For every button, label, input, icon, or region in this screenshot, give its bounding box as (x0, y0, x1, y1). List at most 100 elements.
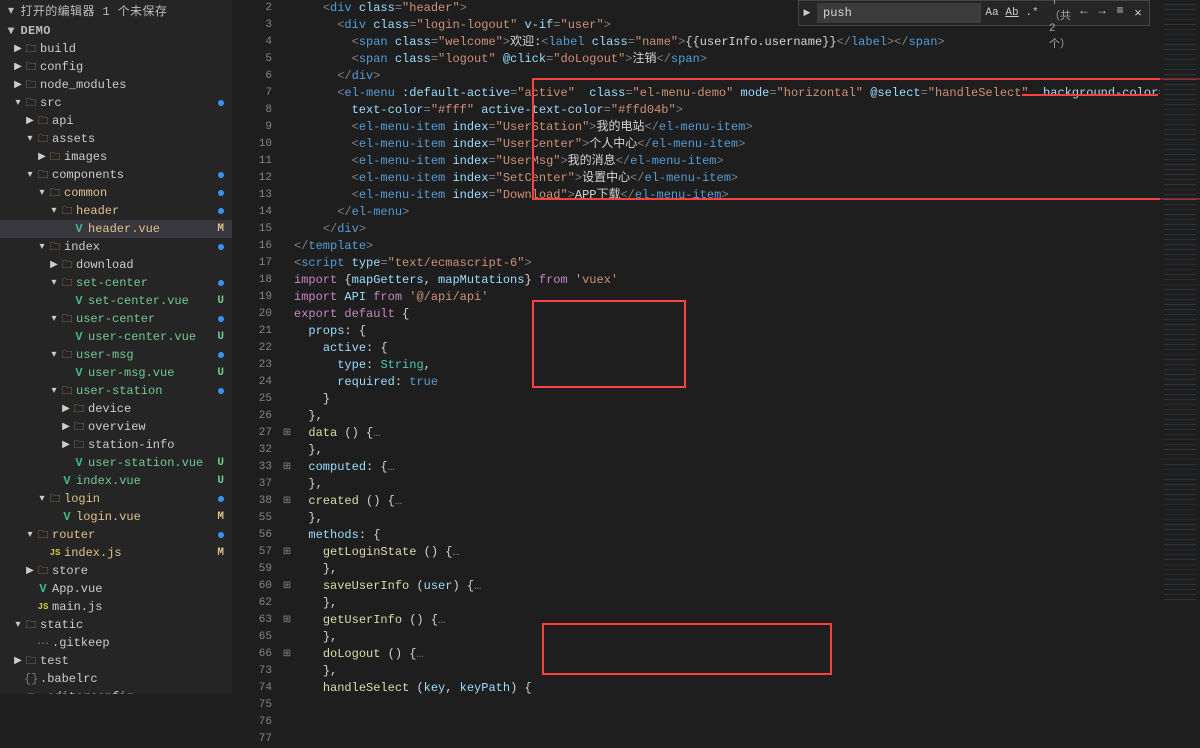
code-line[interactable]: doLogout () {… (294, 646, 424, 663)
chevron-icon[interactable]: ▾ (12, 619, 24, 631)
chevron-icon[interactable]: ▾ (48, 313, 60, 325)
fold-toggle-icon[interactable]: ⊞ (280, 425, 294, 442)
chevron-icon[interactable]: ▶ (36, 151, 48, 163)
find-toggle-replace-icon[interactable]: ▶ (799, 8, 815, 18)
chevron-icon[interactable]: ▾ (24, 169, 36, 181)
code-line[interactable]: handleSelect (key, keyPath) { (294, 680, 532, 694)
match-word-icon[interactable]: Ab (1003, 4, 1021, 22)
code-line[interactable]: <div class="login-logout" v-if="user"> (294, 17, 611, 34)
tree-item--babelrc[interactable]: {}.babelrc (0, 670, 232, 688)
chevron-icon[interactable]: ▶ (24, 565, 36, 577)
code-line[interactable]: getLoginState () {… (294, 544, 460, 561)
code-line[interactable]: <el-menu-item index="UserStation">我的电站</… (294, 119, 753, 136)
tree-item-index-js[interactable]: JSindex.jsM (0, 544, 232, 562)
tree-item-set-center-vue[interactable]: Vset-center.vueU (0, 292, 232, 310)
tree-item-overview[interactable]: ▶🗀overview (0, 418, 232, 436)
code-line[interactable]: }, (294, 476, 323, 493)
tree-item-user-msg-vue[interactable]: Vuser-msg.vueU (0, 364, 232, 382)
code-editor[interactable]: ▶ Aa Ab .* 第 1 个（共 2 个） ← → ≡ × 23456789… (232, 0, 1200, 694)
code-line[interactable]: type: String, (294, 357, 431, 374)
code-line[interactable]: }, (294, 561, 337, 578)
tree-item-static[interactable]: ▾🗀static (0, 616, 232, 634)
code-line[interactable]: <div class="header"> (294, 0, 467, 17)
find-next-icon[interactable]: → (1093, 4, 1111, 22)
code-line[interactable]: }, (294, 408, 323, 425)
tree-item-device[interactable]: ▶🗀device (0, 400, 232, 418)
chevron-icon[interactable]: ▶ (24, 115, 36, 127)
find-close-icon[interactable]: × (1129, 6, 1147, 21)
code-line[interactable]: </div> (294, 68, 380, 85)
tree-item--editorconfig[interactable]: ≡.editorconfig (0, 688, 232, 694)
use-regex-icon[interactable]: .* (1023, 4, 1041, 22)
tree-item-build[interactable]: ▶🗀build (0, 40, 232, 58)
chevron-icon[interactable]: ▶ (60, 439, 72, 451)
code-line[interactable]: props: { (294, 323, 366, 340)
tree-item-store[interactable]: ▶🗀store (0, 562, 232, 580)
chevron-icon[interactable]: ▾ (12, 97, 24, 109)
tree-item-station-info[interactable]: ▶🗀station-info (0, 436, 232, 454)
code-line[interactable]: }, (294, 595, 337, 612)
tree-item-header-vue[interactable]: Vheader.vueM (0, 220, 232, 238)
code-line[interactable]: created () {… (294, 493, 402, 510)
chevron-icon[interactable]: ▾ (24, 133, 36, 145)
code-line[interactable]: export default { (294, 306, 409, 323)
tree-item-common[interactable]: ▾🗀common (0, 184, 232, 202)
tree-item-assets[interactable]: ▾🗀assets (0, 130, 232, 148)
fold-toggle-icon[interactable]: ⊞ (280, 578, 294, 595)
tree-item-set-center[interactable]: ▾🗀set-center (0, 274, 232, 292)
code-line[interactable]: data () {… (294, 425, 380, 442)
code-line[interactable]: <span class="logout" @click="doLogout">注… (294, 51, 707, 68)
code-line[interactable]: </div> (294, 221, 366, 238)
match-case-icon[interactable]: Aa (983, 4, 1001, 22)
tree-item-router[interactable]: ▾🗀router (0, 526, 232, 544)
code-line[interactable]: text-color="#fff" active-text-color="#ff… (294, 102, 683, 119)
tree-item-download[interactable]: ▶🗀download (0, 256, 232, 274)
tree-item-node_modules[interactable]: ▶🗀node_modules (0, 76, 232, 94)
code-line[interactable]: </template> (294, 238, 373, 255)
chevron-icon[interactable]: ▶ (12, 43, 24, 55)
chevron-icon[interactable]: ▾ (48, 349, 60, 361)
tree-item--gitkeep[interactable]: ⋯.gitkeep (0, 634, 232, 652)
chevron-icon[interactable]: ▾ (36, 187, 48, 199)
tree-item-user-center[interactable]: ▾🗀user-center (0, 310, 232, 328)
code-line[interactable]: }, (294, 663, 337, 680)
tree-item-main-js[interactable]: JSmain.js (0, 598, 232, 616)
code-line[interactable]: computed: {… (294, 459, 395, 476)
tree-item-App-vue[interactable]: VApp.vue (0, 580, 232, 598)
code-line[interactable]: import API from '@/api/api' (294, 289, 488, 306)
fold-toggle-icon[interactable]: ⊞ (280, 544, 294, 561)
chevron-icon[interactable]: ▾ (24, 529, 36, 541)
open-editors-header[interactable]: ▾ 打开的编辑器 1 个未保存 (0, 0, 232, 21)
find-prev-icon[interactable]: ← (1075, 4, 1093, 22)
tree-item-login-vue[interactable]: Vlogin.vueM (0, 508, 232, 526)
code-line[interactable]: saveUserInfo (user) {… (294, 578, 481, 595)
tree-item-user-center-vue[interactable]: Vuser-center.vueU (0, 328, 232, 346)
tree-item-images[interactable]: ▶🗀images (0, 148, 232, 166)
code-line[interactable]: <el-menu-item index="Download">APP下载</el… (294, 187, 729, 204)
chevron-icon[interactable]: ▶ (48, 259, 60, 271)
fold-toggle-icon[interactable]: ⊞ (280, 646, 294, 663)
tree-item-index-vue[interactable]: Vindex.vueU (0, 472, 232, 490)
chevron-icon[interactable]: ▶ (60, 421, 72, 433)
tree-item-api[interactable]: ▶🗀api (0, 112, 232, 130)
tree-item-user-station-vue[interactable]: Vuser-station.vueU (0, 454, 232, 472)
chevron-icon[interactable]: ▶ (12, 61, 24, 73)
code-line[interactable]: <el-menu-item index="UserMsg">我的消息</el-m… (294, 153, 724, 170)
fold-toggle-icon[interactable]: ⊞ (280, 612, 294, 629)
tree-item-user-msg[interactable]: ▾🗀user-msg (0, 346, 232, 364)
chevron-icon[interactable]: ▾ (36, 241, 48, 253)
chevron-icon[interactable]: ▶ (12, 79, 24, 91)
tree-item-header[interactable]: ▾🗀header (0, 202, 232, 220)
tree-item-index[interactable]: ▾🗀index (0, 238, 232, 256)
chevron-icon[interactable]: ▾ (48, 205, 60, 217)
code-line[interactable]: active: { (294, 340, 388, 357)
tree-item-config[interactable]: ▶🗀config (0, 58, 232, 76)
fold-toggle-icon[interactable]: ⊞ (280, 459, 294, 476)
fold-toggle-icon[interactable]: ⊞ (280, 493, 294, 510)
tree-item-components[interactable]: ▾🗀components (0, 166, 232, 184)
editor-content[interactable]: <div class="header"> <div class="login-l… (294, 0, 1160, 694)
tree-item-src[interactable]: ▾🗀src (0, 94, 232, 112)
code-line[interactable]: getUserInfo () {… (294, 612, 445, 629)
chevron-icon[interactable]: ▶ (12, 655, 24, 667)
code-line[interactable]: <el-menu-item index="UserCenter">个人中心</e… (294, 136, 745, 153)
